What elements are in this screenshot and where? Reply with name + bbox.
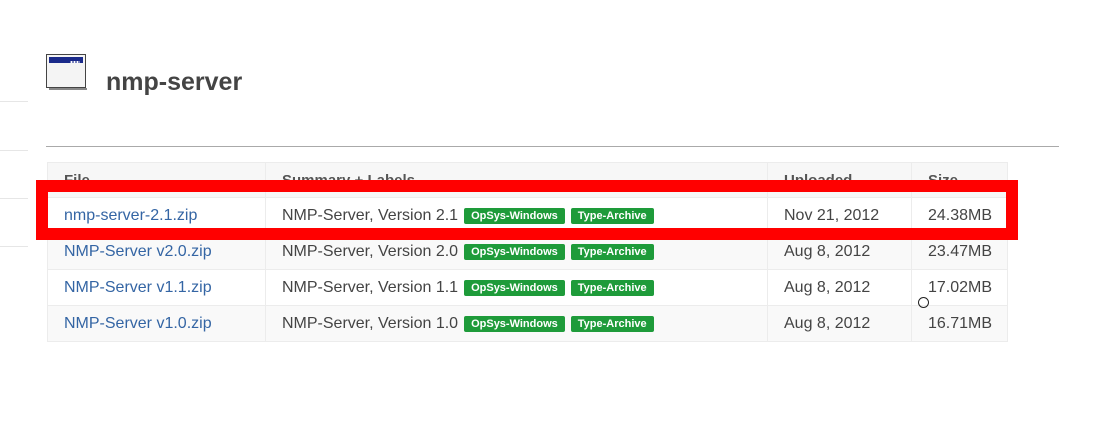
label-badge-opsys[interactable]: OpSys-Windows bbox=[464, 279, 565, 296]
file-cell: NMP-Server v2.0.zip bbox=[47, 233, 266, 270]
label-badge-opsys[interactable]: OpSys-Windows bbox=[464, 243, 565, 260]
summary-cell: NMP-Server, Version 1.1 OpSys-Windows Type… bbox=[265, 269, 768, 306]
file-cell: nmp-server-2.1.zip bbox=[47, 197, 266, 234]
column-header-size[interactable]: Size bbox=[911, 162, 1008, 198]
table-header-row: File Summary + Labels Uploaded Size bbox=[47, 162, 1008, 198]
label-badge-type[interactable]: Type-Archive bbox=[570, 279, 654, 296]
label-badge-type[interactable]: Type-Archive bbox=[570, 315, 654, 332]
uploaded-cell: Nov 21, 2012 bbox=[767, 197, 912, 234]
file-link[interactable]: NMP-Server v1.0.zip bbox=[64, 315, 212, 332]
file-link[interactable]: NMP-Server v1.1.zip bbox=[64, 279, 212, 296]
cursor-icon bbox=[918, 297, 929, 308]
summary-text: NMP-Server, Version 1.1 bbox=[282, 278, 459, 296]
summary-cell: NMP-Server, Version 1.0 OpSys-Windows Type… bbox=[265, 305, 768, 342]
summary-cell: NMP-Server, Version 2.0 OpSys-Windows Type… bbox=[265, 233, 768, 270]
uploaded-cell: Aug 8, 2012 bbox=[767, 305, 912, 342]
label-badge-opsys[interactable]: OpSys-Windows bbox=[464, 315, 565, 332]
label-badge-opsys[interactable]: OpSys-Windows bbox=[464, 207, 565, 224]
window-icon bbox=[46, 54, 87, 90]
header-divider bbox=[46, 146, 1059, 147]
sidebar-divider bbox=[0, 246, 28, 247]
page: nmp-server File Summary + Labels Uploade… bbox=[0, 0, 1120, 426]
column-header-summary[interactable]: Summary + Labels bbox=[265, 162, 768, 198]
label-badge-type[interactable]: Type-Archive bbox=[570, 243, 654, 260]
file-link[interactable]: nmp-server-2.1.zip bbox=[64, 207, 197, 224]
page-title: nmp-server bbox=[106, 68, 243, 96]
label-badge-type[interactable]: Type-Archive bbox=[570, 207, 654, 224]
column-header-uploaded[interactable]: Uploaded bbox=[767, 162, 912, 198]
uploaded-cell: Aug 8, 2012 bbox=[767, 269, 912, 306]
size-cell: 16.71MB bbox=[911, 305, 1008, 342]
table-row: NMP-Server v1.1.zip NMP-Server, Version … bbox=[47, 269, 1008, 306]
table-row: NMP-Server v1.0.zip NMP-Server, Version … bbox=[47, 305, 1008, 342]
file-cell: NMP-Server v1.0.zip bbox=[47, 305, 266, 342]
size-cell: 24.38MB bbox=[911, 197, 1008, 234]
downloads-table: File Summary + Labels Uploaded Size nmp-… bbox=[47, 162, 1008, 342]
table-row: NMP-Server v2.0.zip NMP-Server, Version … bbox=[47, 233, 1008, 270]
uploaded-cell: Aug 8, 2012 bbox=[767, 233, 912, 270]
summary-text: NMP-Server, Version 1.0 bbox=[282, 314, 459, 332]
file-link[interactable]: NMP-Server v2.0.zip bbox=[64, 243, 212, 260]
summary-text: NMP-Server, Version 2.1 bbox=[282, 206, 459, 224]
size-cell: 23.47MB bbox=[911, 233, 1008, 270]
summary-cell: NMP-Server, Version 2.1 OpSys-Windows Type… bbox=[265, 197, 768, 234]
sidebar-divider bbox=[0, 198, 28, 199]
sidebar-divider bbox=[0, 101, 28, 102]
sidebar-divider bbox=[0, 150, 28, 151]
file-cell: NMP-Server v1.1.zip bbox=[47, 269, 266, 306]
summary-text: NMP-Server, Version 2.0 bbox=[282, 242, 459, 260]
table-row: nmp-server-2.1.zip NMP-Server, Version 2… bbox=[47, 197, 1008, 234]
column-header-file[interactable]: File bbox=[47, 162, 266, 198]
